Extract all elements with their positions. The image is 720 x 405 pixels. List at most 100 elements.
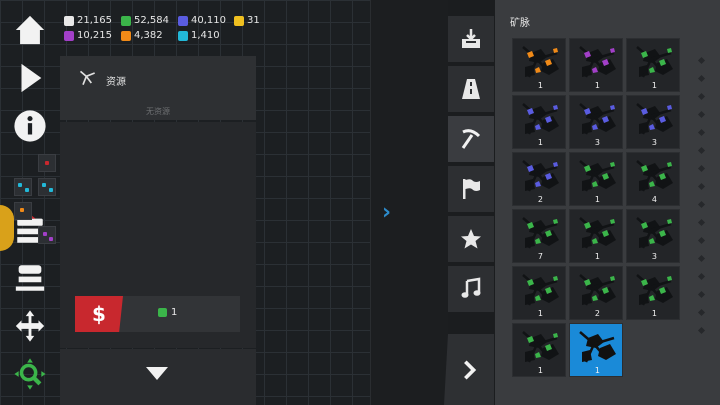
res-6-icon [121, 30, 131, 41]
resource-counter: 1,410 [178, 30, 220, 41]
palette-title: 矿脉 [510, 18, 530, 29]
item-count: 2 [537, 195, 543, 204]
tab-pickaxe[interactable] [448, 116, 494, 162]
cost-display: 1 [158, 307, 177, 318]
ore-vein-icon [579, 46, 616, 78]
ore-vein-icon [522, 217, 559, 249]
ore-vein-item[interactable]: 3 [626, 209, 680, 263]
home-icon[interactable] [10, 10, 50, 50]
ore-vein-icon [636, 160, 673, 192]
ore-vein-item[interactable]: 1 [569, 38, 623, 92]
mini-tile[interactable] [38, 154, 56, 172]
zoom-search-icon[interactable] [10, 354, 50, 394]
panel-title: 资源 [106, 77, 126, 88]
resource-counter: 31 [234, 15, 260, 26]
ore-vein-icon [579, 160, 616, 192]
music-note-icon [461, 277, 481, 298]
item-count: 3 [594, 138, 600, 147]
ore-vein-item[interactable]: 1 [569, 209, 623, 263]
ore-vein-item[interactable]: 2 [569, 266, 623, 320]
expand-arrow-icon[interactable]: › [382, 202, 391, 224]
collapse-down-icon[interactable] [146, 367, 168, 380]
res-5-icon [64, 30, 74, 41]
road-icon [462, 79, 480, 99]
ore-vein-icon [579, 103, 616, 135]
tab-flag[interactable] [448, 166, 494, 212]
tab-music[interactable] [448, 266, 494, 312]
ore-vein-icon [522, 160, 559, 192]
ore-vein-item[interactable]: 4 [626, 152, 680, 206]
move-icon[interactable] [10, 306, 50, 346]
item-count: 1 [651, 81, 657, 90]
ore-vein-item[interactable]: 1 [626, 38, 680, 92]
item-count: 2 [594, 309, 600, 318]
resource-counter: 21,165 [64, 15, 112, 26]
item-count: 3 [651, 138, 657, 147]
item-count: 1 [537, 138, 543, 147]
mini-tile[interactable] [38, 178, 56, 196]
ore-vein-icon [522, 331, 559, 363]
item-count: 1 [537, 309, 543, 318]
flag-icon [463, 179, 480, 199]
ore-vein-item[interactable]: 1 [626, 266, 680, 320]
resource-value: 31 [247, 15, 260, 26]
ore-vein-item[interactable]: 1 [512, 95, 566, 149]
ore-vein-item[interactable]: 7 [512, 209, 566, 263]
item-count: 1 [594, 195, 600, 204]
mini-tile[interactable] [14, 178, 32, 196]
ore-vein-item[interactable]: 2 [512, 152, 566, 206]
resource-value: 52,584 [134, 15, 169, 26]
item-count: 1 [537, 366, 543, 375]
ore-vein-item[interactable]: 3 [569, 95, 623, 149]
star-icon [461, 229, 481, 249]
ore-vein-item[interactable]: 1 [569, 152, 623, 206]
pickaxe-icon [461, 129, 481, 149]
play-icon[interactable] [10, 58, 50, 98]
ore-vein-item[interactable]: 1 [512, 38, 566, 92]
item-count: 7 [537, 252, 543, 261]
resource-info-panel: 资源 无资源 [60, 56, 256, 120]
mini-tile[interactable] [38, 226, 56, 244]
cost-value: 1 [171, 307, 178, 318]
ore-vein-icon [636, 103, 673, 135]
info-icon[interactable] [10, 106, 50, 146]
ore-vein-icon [522, 46, 559, 78]
res-1-icon [64, 15, 74, 26]
download-box-icon [462, 29, 480, 48]
resource-counter: 10,215 [64, 30, 112, 41]
resource-value: 10,215 [77, 30, 112, 41]
buy-button[interactable]: $ [75, 296, 123, 332]
ore-vein-icon [579, 274, 616, 306]
ore-vein-icon [79, 70, 95, 85]
ore-vein-icon [522, 103, 559, 135]
next-page-button[interactable] [444, 334, 494, 405]
res-4-icon [234, 15, 244, 26]
ore-vein-item[interactable]: 1 [512, 266, 566, 320]
resource-counter: 4,382 [121, 30, 163, 41]
green-gem-icon [158, 308, 167, 317]
tab-star[interactable] [448, 216, 494, 262]
ore-vein-item[interactable]: 1 [569, 323, 623, 377]
ore-vein-item[interactable]: 3 [626, 95, 680, 149]
item-count: 4 [651, 195, 657, 204]
item-count: 1 [594, 81, 600, 90]
tab-download-box[interactable] [448, 16, 494, 62]
ore-vein-icon [522, 274, 559, 306]
mini-tile[interactable] [14, 202, 32, 220]
resource-value: 4,382 [134, 30, 163, 41]
res-3-icon [178, 15, 188, 26]
tray-icon[interactable] [10, 258, 50, 298]
ore-vein-icon [636, 274, 673, 306]
item-count: 1 [651, 309, 657, 318]
resource-value: 1,410 [191, 30, 220, 41]
empty-resources-text: 无资源 [146, 107, 170, 116]
resource-counter: 40,110 [178, 15, 226, 26]
tab-road[interactable] [448, 66, 494, 112]
res-7-icon [178, 30, 188, 41]
ore-vein-icon [579, 217, 616, 249]
ore-vein-icon [579, 331, 616, 363]
ore-vein-icon [636, 46, 673, 78]
item-count: 1 [594, 366, 600, 375]
ore-vein-item[interactable]: 1 [512, 323, 566, 377]
gold-coin-edge [0, 205, 14, 251]
